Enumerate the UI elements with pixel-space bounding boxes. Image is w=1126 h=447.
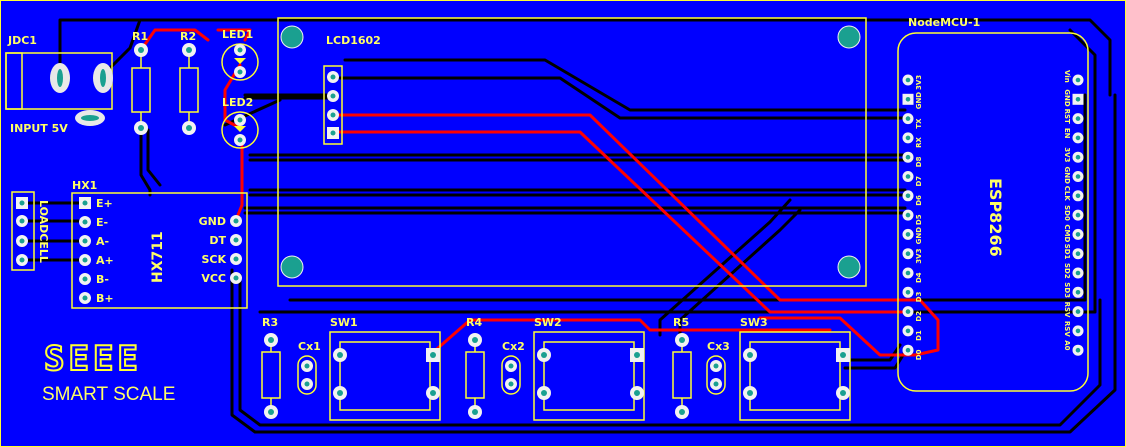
mcu-right-pin-label: GND xyxy=(1063,89,1071,107)
svg-text:SW2: SW2 xyxy=(534,316,562,329)
pcb-board: JDC1 INPUT 5V R1 R2 LED1 LED2 LCD1602 HX… xyxy=(0,0,1126,447)
svg-text:LED1: LED1 xyxy=(222,28,253,41)
nodemcu-label: NodeMCU-1 xyxy=(908,16,980,29)
board-outline xyxy=(0,0,1126,447)
lcd-label: LCD1602 xyxy=(326,34,381,47)
svg-text:R4: R4 xyxy=(466,316,482,329)
hx711-right-pin-label: VCC xyxy=(201,272,226,285)
hx711-right-pin-1: DT xyxy=(209,234,242,247)
hx711-right-pin-label: GND xyxy=(199,215,226,228)
svg-text:SW1: SW1 xyxy=(330,316,358,329)
mcu-right-pin-label: Vin xyxy=(1063,70,1071,83)
mcu-right-pin-label: GND xyxy=(1063,167,1071,185)
mcu-left-pin-label: D8 xyxy=(915,156,923,167)
mcu-left-pin-label: TX xyxy=(915,118,923,129)
svg-text:R5: R5 xyxy=(673,316,689,329)
hx711-left-pin-label: B- xyxy=(96,273,109,286)
mcu-right-pin-label: EN xyxy=(1063,128,1071,139)
mcu-left-pin-label: D5 xyxy=(915,214,923,225)
mcu-left-pin-label: GND xyxy=(915,227,923,245)
mcu-right-pin-label: SD0 xyxy=(1063,205,1071,221)
hx711-pin-5: B+ xyxy=(79,292,114,305)
hx711-right-pin-3: VCC xyxy=(201,272,242,285)
mcu-left-pin-label: RX xyxy=(915,137,923,148)
mcu-left-pin-label: GND xyxy=(915,92,923,110)
svg-text:R3: R3 xyxy=(262,316,278,329)
mcu-left-pin-label: D6 xyxy=(915,195,923,206)
mcu-right-pin-label: 3V3 xyxy=(1063,147,1071,162)
hx711-right-pin-0: GND xyxy=(199,215,242,228)
svg-text:Cx1: Cx1 xyxy=(298,340,321,353)
svg-text:LED2: LED2 xyxy=(222,96,253,109)
hx711-right-pin-2: SCK xyxy=(201,253,242,266)
svg-text:SW3: SW3 xyxy=(740,316,768,329)
mcu-right-pin-label: RSV xyxy=(1063,321,1071,337)
hx711-left-pin-label: E- xyxy=(96,216,108,229)
mcu-left-pin-label: 3V3 xyxy=(915,75,923,90)
mcu-right-pin-label: RST xyxy=(1063,109,1071,124)
hx711-pin-0: E+ xyxy=(79,197,113,210)
mcu-right-pin-label: CLK xyxy=(1063,186,1071,202)
mcu-left-pin-label: D3 xyxy=(915,291,923,302)
hx711-left-pin-label: E+ xyxy=(96,197,113,210)
mcu-left-pin-label: D4 xyxy=(915,272,923,283)
svg-text:R2: R2 xyxy=(180,30,196,43)
mcu-right-pin-label: SD2 xyxy=(1063,263,1071,279)
mcu-right-pin-label: CMD xyxy=(1063,224,1071,242)
mcu-left-pin-label: D0 xyxy=(915,349,923,360)
mcu-right-pin-label: RSV xyxy=(1063,302,1071,318)
hx711-label: HX711 xyxy=(150,231,166,283)
hx1-label: HX1 xyxy=(72,179,97,192)
hx711-pin-3: A+ xyxy=(79,254,114,267)
input-label: INPUT 5V xyxy=(10,122,68,135)
hx711-left-pin-label: A- xyxy=(96,235,109,248)
svg-text:Cx3: Cx3 xyxy=(707,340,730,353)
esp-label: ESP8266 xyxy=(986,178,1005,257)
svg-text:Cx2: Cx2 xyxy=(502,340,525,353)
loadcell-label: LOADCELL xyxy=(37,200,50,263)
mcu-left-pin-label: D1 xyxy=(915,330,923,341)
mcu-left-pin-label: D2 xyxy=(915,311,923,322)
hx711-right-pin-label: SCK xyxy=(201,253,226,266)
mcu-right-pin-label: A0 xyxy=(1063,340,1071,350)
hx711-left-pin-label: B+ xyxy=(96,292,114,305)
brand-text: SMART SCALE xyxy=(42,384,175,405)
logo-text: SEEE xyxy=(44,339,142,379)
hx711-right-pin-label: DT xyxy=(209,234,226,247)
hx711-left-pin-label: A+ xyxy=(96,254,114,267)
mcu-left-pin-label: D7 xyxy=(915,176,923,187)
jdc1-label: JDC1 xyxy=(7,34,37,47)
mcu-left-pin-label: 3V3 xyxy=(915,248,923,263)
svg-text:R1: R1 xyxy=(132,30,148,43)
mcu-right-pin-label: SD3 xyxy=(1063,282,1071,298)
mcu-right-pin-label: SD1 xyxy=(1063,244,1071,260)
